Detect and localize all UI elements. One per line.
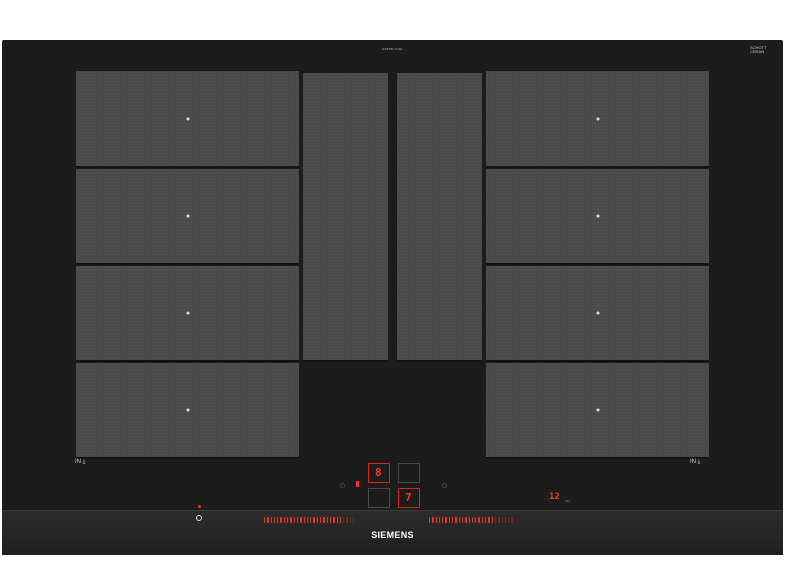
zone-center-dot	[186, 311, 189, 315]
schott-ceran-logo: SCHOTT CERAN	[750, 45, 767, 54]
zone-center-dot	[596, 311, 599, 315]
right-zone-3[interactable]	[486, 266, 709, 362]
cooktop: EX875LYC1E SCHOTT CERAN IN ⤓ IN ⤓ 8 7 ▢ …	[2, 40, 783, 555]
left-zone-4[interactable]	[76, 363, 299, 459]
right-select-icon[interactable]: ▢	[442, 483, 447, 489]
left-select-icon[interactable]: ▢	[340, 483, 345, 489]
zone-center-dot	[186, 214, 189, 218]
brand-logo: SIEMENS	[371, 530, 414, 540]
zone-center-dot	[186, 408, 189, 412]
zone-center-dot	[596, 117, 599, 120]
left-in-indicator: IN ⤓	[75, 459, 86, 465]
right-zone-level: 7	[405, 491, 412, 504]
power-button[interactable]	[196, 515, 202, 521]
left-zone-1[interactable]	[76, 71, 299, 168]
left-zone-2[interactable]	[76, 169, 299, 265]
right-zone-2[interactable]	[486, 169, 709, 265]
right-in-indicator: IN ⤓	[690, 459, 701, 465]
right-power-slider[interactable]	[429, 517, 513, 523]
power-led	[198, 505, 201, 508]
timer-unit: min	[565, 499, 570, 503]
left-zone-3[interactable]	[76, 266, 299, 362]
right-zone-1[interactable]	[486, 71, 709, 168]
timer-display: 12	[549, 492, 560, 502]
left-zone-level: 8	[375, 466, 382, 479]
display-box-empty	[368, 488, 390, 508]
model-number: EX875LYC1E	[382, 47, 403, 51]
right-zone-4[interactable]	[486, 363, 709, 459]
zone-center-dot	[596, 214, 599, 218]
zone-center-dot	[186, 117, 189, 120]
center-zone-left[interactable]	[303, 73, 388, 362]
left-power-slider[interactable]	[264, 517, 355, 523]
display-box-empty	[398, 463, 420, 483]
center-zone-right[interactable]	[397, 73, 482, 362]
status-led	[356, 481, 359, 487]
zone-center-dot	[596, 408, 599, 412]
